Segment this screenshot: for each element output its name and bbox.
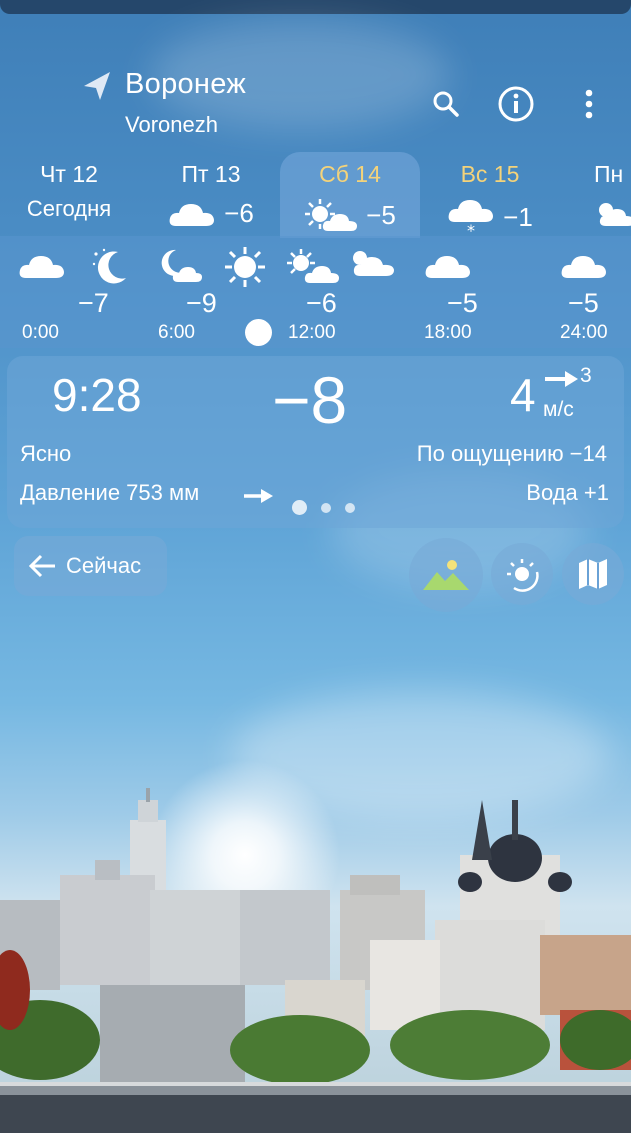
hourly-time: 6:00 xyxy=(158,322,195,343)
day-temp: −6 xyxy=(224,198,254,228)
moon-cloud-icon xyxy=(161,249,202,282)
sun-cloud-icon xyxy=(305,199,358,231)
day-tabs: Чт 12 Сегодня Пт 13 −6 Сб 14 −5 Вс 15 * … xyxy=(0,152,631,238)
sun-icon xyxy=(225,247,265,287)
landscape-icon xyxy=(423,560,469,590)
day-name: Вс 15 xyxy=(460,161,520,187)
background-image-button[interactable] xyxy=(409,538,483,612)
cloud-sun-icon xyxy=(353,251,394,276)
map-icon xyxy=(579,559,607,589)
hourly-time: 0:00 xyxy=(22,322,59,343)
current-temp: −8 xyxy=(272,363,348,437)
current-time-marker[interactable] xyxy=(245,319,272,346)
feels-like-text: По ощущению −14 xyxy=(416,441,607,466)
hourly-time: 18:00 xyxy=(424,322,472,343)
condition-text: Ясно xyxy=(20,441,72,466)
wind-arrow-icon xyxy=(545,371,578,387)
map-button[interactable] xyxy=(562,543,624,605)
day-temp: −5 xyxy=(366,199,396,230)
cloud-icon xyxy=(561,256,606,278)
sun-orbit-icon xyxy=(507,559,539,592)
snow-cloud-icon: * xyxy=(448,200,494,236)
hourly-temp: −6 xyxy=(306,288,337,318)
page-indicator xyxy=(292,500,355,515)
city-skyline-image xyxy=(0,760,631,1133)
wind-speed: 4 xyxy=(510,369,536,421)
cloud-icon xyxy=(19,256,65,278)
wind-unit: м/с xyxy=(543,398,574,421)
hourly-temp: −7 xyxy=(78,288,109,318)
current-time: 9:28 xyxy=(52,369,142,421)
now-button[interactable]: Сейчас xyxy=(14,536,167,596)
hourly-temp: −5 xyxy=(447,288,478,318)
day-name: Пн xyxy=(594,161,624,187)
sun-cloud-icon xyxy=(287,249,339,283)
day-tab-today[interactable]: Чт 12 Сегодня xyxy=(0,152,138,238)
day-tab-saturday[interactable]: Сб 14 −5 xyxy=(280,152,420,238)
day-subtitle: Сегодня xyxy=(26,196,112,221)
info-icon xyxy=(498,86,534,122)
pressure-text: Давление 753 мм xyxy=(20,480,200,505)
city-name-latin: Voronezh xyxy=(125,112,218,137)
hourly-time: 24:00 xyxy=(560,322,608,343)
hourly-temp: −5 xyxy=(568,288,599,318)
arrow-back-icon xyxy=(28,554,55,578)
now-button-label: Сейчас xyxy=(66,553,142,578)
cloud-icon xyxy=(425,256,470,278)
day-tab-monday[interactable]: Пн xyxy=(580,152,631,238)
day-tab-friday[interactable]: Пт 13 −6 xyxy=(142,152,280,238)
search-icon xyxy=(433,91,459,117)
city-name[interactable]: Воронеж xyxy=(125,68,246,101)
search-button[interactable] xyxy=(426,84,466,124)
day-name: Чт 12 xyxy=(40,161,98,187)
sun-cloud-icon xyxy=(599,203,631,226)
wind-gust: 3 xyxy=(580,364,592,387)
day-tab-sunday[interactable]: Вс 15 * −1 xyxy=(420,152,560,238)
water-temp-text: Вода +1 xyxy=(526,480,609,505)
more-vert-icon xyxy=(585,89,593,119)
day-name: Сб 14 xyxy=(319,161,381,187)
status-strip xyxy=(0,0,631,14)
hourly-temp: −9 xyxy=(186,288,217,318)
info-button[interactable] xyxy=(496,84,536,124)
pressure-trend-arrow-icon xyxy=(244,489,273,503)
day-name: Пт 13 xyxy=(181,161,241,187)
location-arrow-icon[interactable] xyxy=(82,70,112,102)
cloud-icon xyxy=(169,203,215,226)
svg-text:*: * xyxy=(467,221,475,236)
moon-stars-icon xyxy=(92,248,126,284)
day-temp: −1 xyxy=(503,201,533,232)
sun-info-button[interactable] xyxy=(491,543,553,605)
hourly-time: 12:00 xyxy=(288,322,336,343)
more-button[interactable] xyxy=(569,84,609,124)
